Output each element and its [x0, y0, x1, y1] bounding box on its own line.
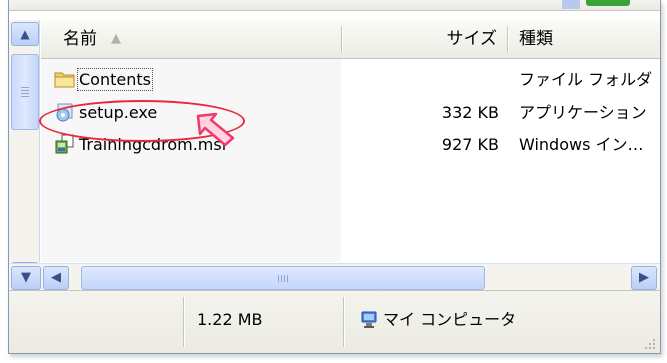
file-size: 332 KB	[441, 103, 499, 122]
toolbar-green-edge	[586, 0, 630, 6]
status-location: マイ コンピュータ	[383, 310, 517, 329]
file-type: アプリケーション	[519, 103, 647, 122]
vertical-scroll-thumb[interactable]	[11, 54, 39, 130]
toolbar-pane-edge	[562, 0, 580, 9]
status-total-size: 1.22 MB	[197, 310, 263, 329]
horizontal-scrollbar[interactable]: ▼ ◀ ▶	[9, 263, 660, 290]
file-name: Contents	[77, 68, 153, 91]
column-header-size[interactable]: サイズ	[341, 20, 507, 58]
file-size	[341, 66, 509, 94]
pointer-arrow-icon	[196, 112, 235, 147]
resize-grip-icon[interactable]	[644, 338, 656, 350]
folder-icon	[54, 72, 75, 88]
file-row-contents[interactable]: Contents ファイル フォルダ	[41, 66, 660, 94]
msi-package-icon	[55, 134, 74, 154]
my-computer-icon	[361, 311, 377, 328]
vertical-scrollbar[interactable]: ▲ ▼	[9, 20, 40, 286]
explorer-window: ▲ ▼ 名前▲ サイズ 種類 Contents ファイル フォルダ	[8, 0, 661, 354]
column-header-name[interactable]: 名前 ▲	[63, 20, 341, 58]
toolbar-edge	[9, 0, 660, 11]
column-header-type[interactable]: 種類	[507, 20, 657, 58]
scroll-up-icon[interactable]: ▲	[11, 22, 39, 46]
file-list: Contents ファイル フォルダ setup.exe 332 KB アプリケ…	[41, 59, 660, 262]
scroll-down-icon[interactable]: ▼	[11, 266, 41, 290]
file-type: ファイル フォルダ	[519, 70, 653, 89]
file-type: Windows イン…	[519, 135, 644, 154]
sort-ascending-icon: ▲	[111, 31, 121, 46]
status-bar: 1.22 MB マイ コンピュータ	[9, 290, 660, 353]
file-size: 927 KB	[441, 135, 499, 154]
scroll-left-icon[interactable]: ◀	[43, 266, 69, 290]
horizontal-scroll-thumb[interactable]	[81, 266, 485, 290]
scroll-right-icon[interactable]: ▶	[631, 266, 657, 290]
column-header-bar: 名前 ▲ サイズ 種類	[41, 20, 660, 59]
